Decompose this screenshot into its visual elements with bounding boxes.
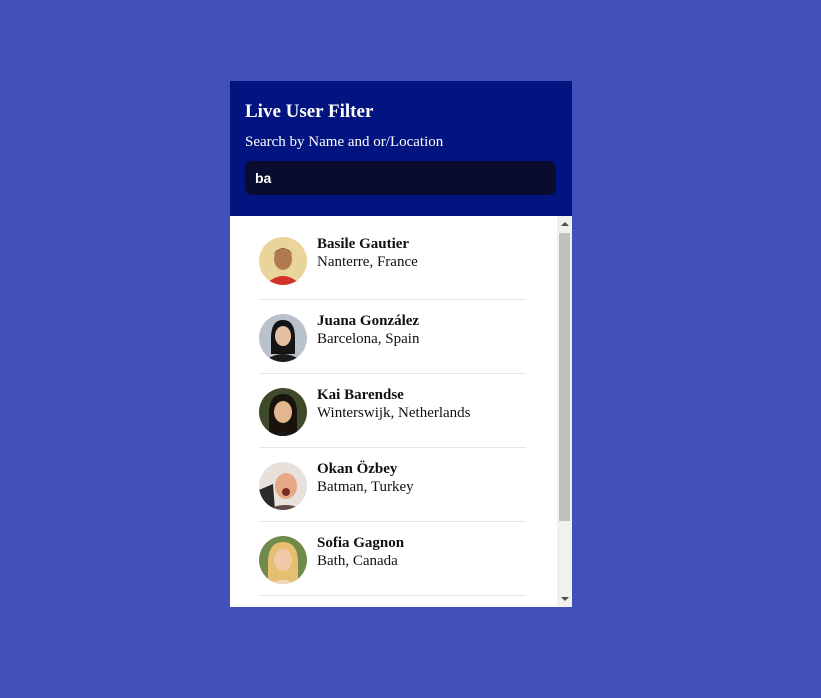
- header: Live User Filter Search by Name and or/L…: [230, 81, 572, 216]
- page-subtitle: Search by Name and or/Location: [245, 134, 444, 150]
- avatar-photo-sofia: [259, 535, 307, 584]
- user-location: Barcelona, Spain: [317, 330, 420, 347]
- avatar-photo-okan: [259, 461, 307, 510]
- avatar: [259, 461, 307, 510]
- avatar-photo-juana: [259, 313, 307, 362]
- user-info: Okan Özbey Batman, Turkey: [317, 460, 414, 496]
- avatar: [259, 313, 307, 362]
- vertical-scrollbar[interactable]: [557, 216, 572, 607]
- avatar-photo-kai: [259, 387, 307, 436]
- user-location: Nanterre, France: [317, 253, 418, 270]
- list-item: Basile Gautier Nanterre, France: [259, 216, 526, 300]
- user-list: Basile Gautier Nanterre, France Juana Go…: [230, 216, 572, 596]
- user-filter-card: Live User Filter Search by Name and or/L…: [230, 81, 572, 607]
- scroll-up-arrow-icon[interactable]: [561, 222, 569, 226]
- list-item: Kai Barendse Winterswijk, Netherlands: [259, 374, 526, 448]
- user-name: Okan Özbey: [317, 460, 398, 477]
- avatar: [259, 236, 307, 285]
- search-input[interactable]: [245, 161, 556, 195]
- user-info: Juana González Barcelona, Spain: [317, 312, 419, 348]
- avatar: [259, 535, 307, 584]
- user-location: Batman, Turkey: [317, 478, 414, 495]
- user-info: Sofia Gagnon Bath, Canada: [317, 534, 404, 570]
- list-item: Juana González Barcelona, Spain: [259, 300, 526, 374]
- user-name: Juana González: [317, 312, 420, 329]
- user-info: Kai Barendse Winterswijk, Netherlands: [317, 386, 471, 422]
- avatar-photo-basile: [259, 236, 307, 285]
- scrollbar-thumb[interactable]: [559, 233, 570, 521]
- user-info: Basile Gautier Nanterre, France: [317, 235, 418, 271]
- scroll-down-arrow-icon[interactable]: [561, 597, 569, 601]
- user-name: Basile Gautier: [317, 235, 410, 252]
- user-location: Winterswijk, Netherlands: [317, 404, 471, 421]
- user-name: Sofia Gagnon: [317, 534, 405, 551]
- list-item: Okan Özbey Batman, Turkey: [259, 448, 526, 522]
- avatar: [259, 387, 307, 436]
- user-name: Kai Barendse: [317, 386, 404, 403]
- list-item: Sofia Gagnon Bath, Canada: [259, 522, 526, 596]
- user-list-container[interactable]: Basile Gautier Nanterre, France Juana Go…: [230, 216, 572, 607]
- user-location: Bath, Canada: [317, 552, 398, 569]
- page-title: Live User Filter: [245, 101, 374, 122]
